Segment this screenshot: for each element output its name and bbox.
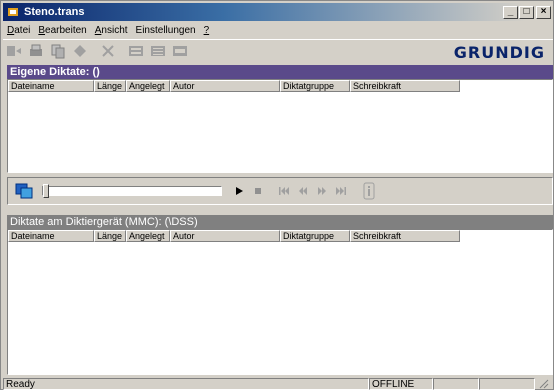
menu-help[interactable]: ? <box>200 25 214 36</box>
col-autor[interactable]: Autor <box>170 80 280 92</box>
col-dateiname[interactable]: Dateiname <box>8 230 94 242</box>
stop-icon[interactable] <box>249 183 267 199</box>
device-dictations-header: Diktate am Diktiergerät (MMC): (\DSS) <box>7 215 553 229</box>
app-window: Steno.trans _ □ × Datei Bearbeiten Ansic… <box>0 0 554 390</box>
copy-icon[interactable] <box>47 41 69 61</box>
play-icon[interactable] <box>230 183 248 199</box>
position-slider[interactable] <box>42 184 222 198</box>
info-icon[interactable] <box>360 182 378 200</box>
status-mode: OFFLINE <box>369 377 433 390</box>
col-laenge[interactable]: Länge <box>94 230 126 242</box>
col-laenge[interactable]: Länge <box>94 80 126 92</box>
maximize-button[interactable]: □ <box>519 5 534 19</box>
title-bar[interactable]: Steno.trans _ □ × <box>3 3 553 21</box>
close-button[interactable]: × <box>536 5 551 19</box>
menu-bearbeiten[interactable]: Bearbeiten <box>34 25 90 36</box>
view-list-icon[interactable] <box>125 41 147 61</box>
player-controls <box>7 177 553 205</box>
view-details-icon[interactable] <box>147 41 169 61</box>
col-diktatgruppe[interactable]: Diktatgruppe <box>280 230 350 242</box>
menu-datei-label: atei <box>14 24 31 36</box>
col-diktatgruppe[interactable]: Diktatgruppe <box>280 80 350 92</box>
menu-bearbeiten-label: earbeiten <box>45 24 87 36</box>
delete-icon[interactable] <box>97 41 119 61</box>
col-schreibkraft[interactable]: Schreibkraft <box>350 230 460 242</box>
menu-einstellungen-label: Einstellungen <box>135 24 196 36</box>
col-schreibkraft[interactable]: Schreibkraft <box>350 80 460 92</box>
menu-ansicht[interactable]: Ansicht <box>91 25 132 36</box>
menu-ansicht-label: nsicht <box>101 24 128 36</box>
steno-app-icon <box>6 5 20 19</box>
menu-datei[interactable]: Datei <box>3 25 34 36</box>
device-window-icon[interactable] <box>14 181 34 201</box>
skip-end-icon[interactable] <box>332 183 350 199</box>
menu-einstellungen[interactable]: Einstellungen <box>132 25 200 36</box>
own-dictations-list[interactable]: Dateiname Länge Angelegt Autor Diktatgru… <box>7 79 553 173</box>
view-columns-icon[interactable] <box>169 41 191 61</box>
menu-bar: Datei Bearbeiten Ansicht Einstellungen ? <box>3 22 553 38</box>
device-dictations-columns: Dateiname Länge Angelegt Autor Diktatgru… <box>8 230 552 242</box>
menu-help-label: ? <box>203 24 210 36</box>
col-filler <box>460 80 552 92</box>
device-dictations-list[interactable]: Dateiname Länge Angelegt Autor Diktatgru… <box>7 229 553 375</box>
status-bar: Ready OFFLINE <box>3 377 553 390</box>
own-dictations-header: Eigene Diktate: () <box>7 65 553 79</box>
col-angelegt[interactable]: Angelegt <box>126 80 170 92</box>
col-dateiname[interactable]: Dateiname <box>8 80 94 92</box>
rewind-icon[interactable] <box>294 183 312 199</box>
print-icon[interactable] <box>25 41 47 61</box>
col-filler <box>460 230 552 242</box>
fast-forward-icon[interactable] <box>313 183 331 199</box>
resize-grip-icon[interactable] <box>535 378 549 390</box>
window-title: Steno.trans <box>24 6 85 18</box>
grundig-logo: GRUNDIG <box>453 43 545 62</box>
col-angelegt[interactable]: Angelegt <box>126 230 170 242</box>
skip-start-icon[interactable] <box>275 183 293 199</box>
own-dictations-columns: Dateiname Länge Angelegt Autor Diktatgru… <box>8 80 552 92</box>
minimize-button[interactable]: _ <box>503 5 518 19</box>
toolbar: GRUNDIG <box>3 39 553 62</box>
status-cell-4 <box>479 377 535 390</box>
status-text: Ready <box>3 377 369 390</box>
slider-thumb[interactable] <box>43 184 49 198</box>
col-autor[interactable]: Autor <box>170 230 280 242</box>
forward-dictation-icon[interactable] <box>3 41 25 61</box>
tag-icon[interactable] <box>69 41 91 61</box>
status-cell-3 <box>433 377 479 390</box>
